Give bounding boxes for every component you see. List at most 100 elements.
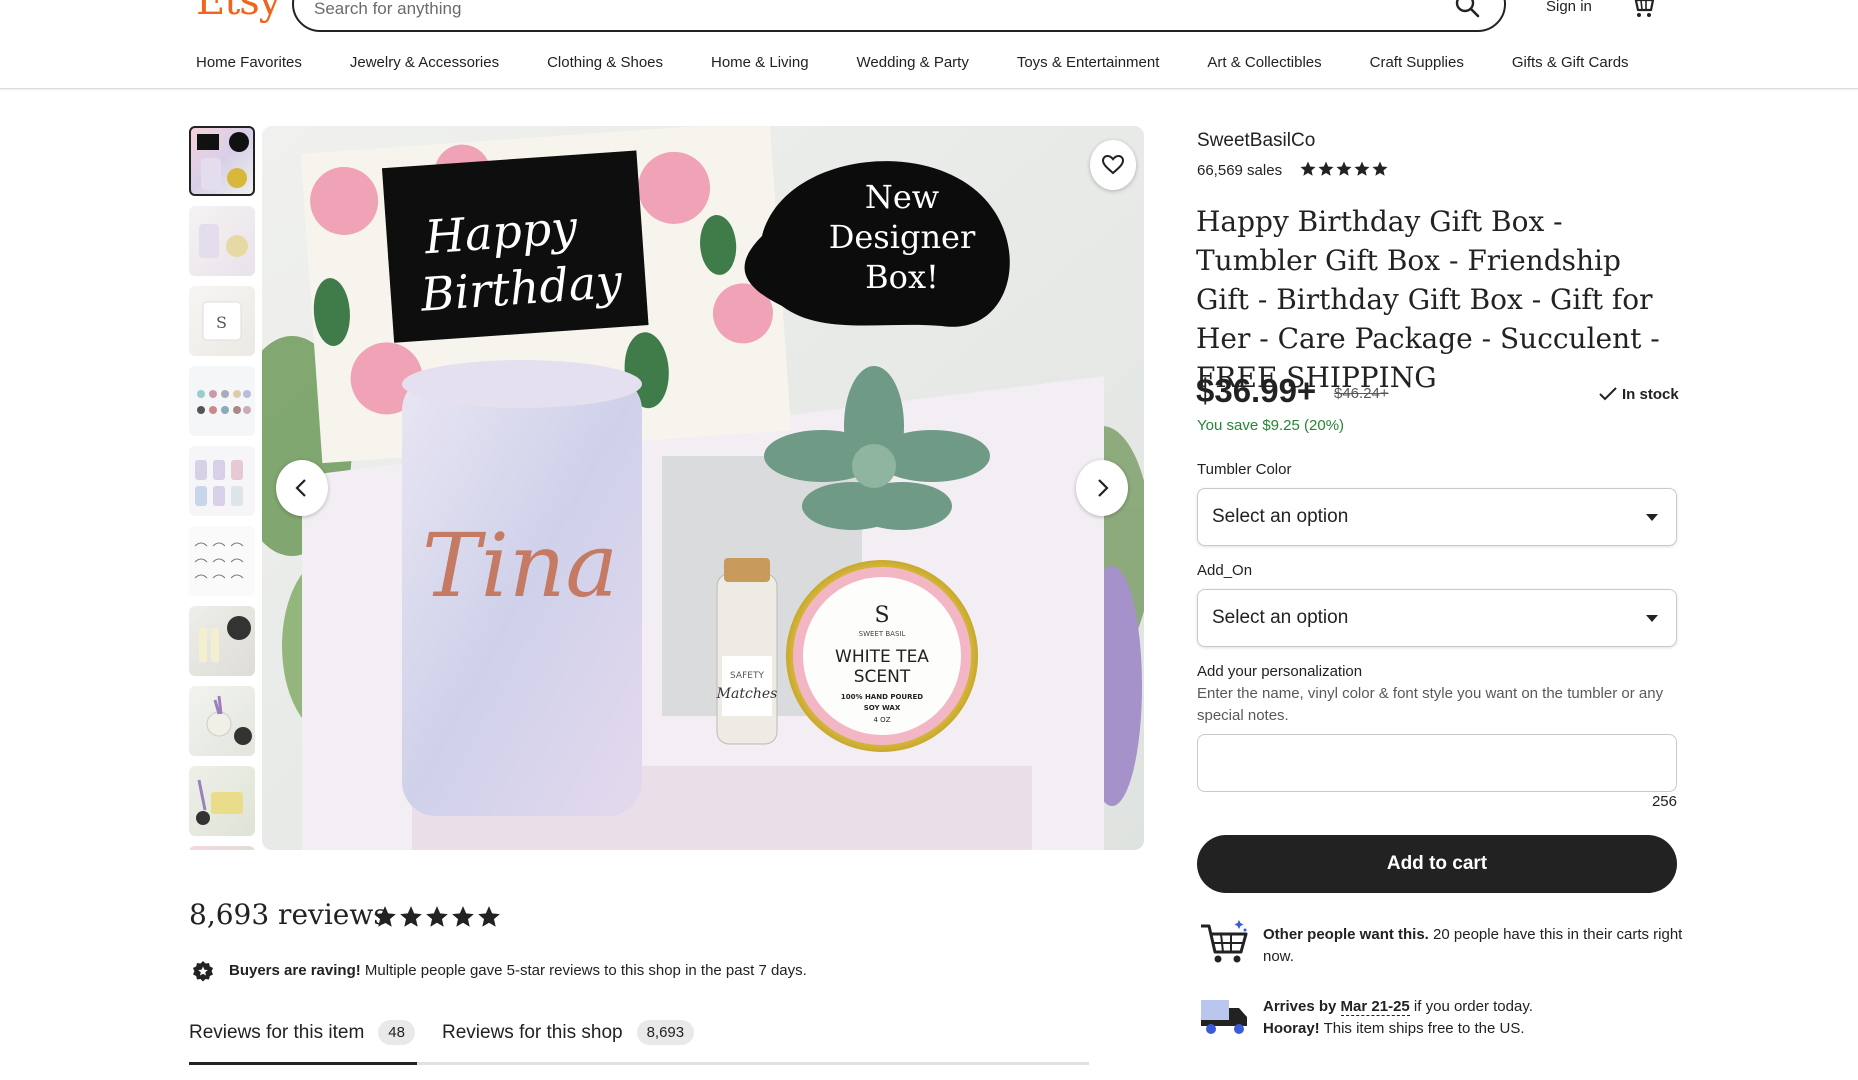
thumbnail-strip: S — [189, 126, 257, 850]
search-input[interactable] — [314, 0, 1414, 20]
heart-icon — [1101, 154, 1125, 175]
search-button[interactable] — [1448, 0, 1488, 26]
cart-icon[interactable] — [1628, 0, 1656, 20]
sign-in-link[interactable]: Sign in — [1546, 0, 1592, 15]
tab-reviews-item[interactable]: Reviews for this item 48 — [189, 1020, 415, 1045]
svg-text:Matches: Matches — [716, 686, 778, 702]
svg-text:Tina: Tina — [422, 514, 618, 617]
thumbnail[interactable] — [189, 606, 255, 676]
delivery-truck-icon — [1199, 990, 1251, 1042]
nav-gifts-gift-cards[interactable]: Gifts & Gift Cards — [1512, 54, 1629, 76]
svg-text:Happy: Happy — [422, 200, 580, 265]
search-icon — [1455, 0, 1480, 18]
tumbler-color-label: Tumbler Color — [1197, 461, 1292, 478]
reviews-rating-stars — [372, 904, 502, 930]
svg-text:SAFETY: SAFETY — [730, 671, 764, 681]
arrives-suffix: if you order today. — [1409, 998, 1533, 1015]
next-image-button[interactable] — [1076, 460, 1128, 516]
listing-title: Happy Birthday Gift Box - Tumbler Gift B… — [1196, 205, 1660, 394]
nav-jewelry-accessories[interactable]: Jewelry & Accessories — [350, 54, 499, 76]
demand-message: Other people want this. 20 people have t… — [1263, 924, 1683, 968]
nav-toys-entertainment[interactable]: Toys & Entertainment — [1017, 54, 1160, 76]
tumbler-color-select[interactable]: Select an option — [1197, 488, 1677, 546]
thumbnail[interactable] — [189, 126, 255, 196]
tab-count-badge: 8,693 — [636, 1020, 695, 1045]
thumbnail[interactable] — [189, 206, 255, 276]
add-on-select[interactable]: Select an option — [1197, 589, 1677, 647]
svg-text:Designer: Designer — [829, 218, 976, 256]
add-on-label: Add_On — [1197, 562, 1253, 579]
svg-text:100% HAND POURED: 100% HAND POURED — [841, 693, 923, 701]
select-value: Select an option — [1212, 607, 1349, 628]
svg-text:Box!: Box! — [865, 258, 939, 296]
caret-down-icon — [1646, 514, 1658, 521]
favorite-button[interactable] — [1090, 140, 1136, 190]
shopping-cart-icon — [1199, 916, 1251, 968]
character-counter: 256 — [1651, 793, 1677, 810]
chevron-right-icon — [1098, 479, 1109, 497]
nav-clothing-shoes[interactable]: Clothing & Shoes — [547, 54, 663, 76]
reviews-heading: 8,693 reviews — [189, 898, 388, 931]
tab-label: Reviews for this item — [189, 1021, 365, 1043]
site-header: Etsy Sign in Home Favorites Jewelry & Ac… — [0, 0, 1858, 89]
category-nav: Home Favorites Jewelry & Accessories Clo… — [196, 54, 1629, 76]
previous-image-button[interactable] — [276, 460, 328, 516]
star-icon — [1372, 161, 1388, 176]
personalization-textarea[interactable] — [1197, 734, 1677, 792]
arrives-prefix: Arrives by — [1263, 998, 1341, 1015]
add-to-cart-button[interactable]: Add to cart — [1197, 835, 1677, 893]
main-product-image[interactable]: Happy Birthday New Designer Box! Tina SA… — [262, 126, 1144, 850]
star-icon — [1354, 161, 1370, 176]
thumbnail[interactable]: S — [189, 286, 255, 356]
star-badge-icon — [191, 960, 215, 984]
star-icon — [400, 906, 422, 927]
buyers-raving-message: Buyers are raving! Multiple people gave … — [229, 962, 807, 979]
nav-art-collectibles[interactable]: Art & Collectibles — [1207, 54, 1321, 76]
etsy-logo[interactable]: Etsy — [196, 0, 281, 24]
svg-text:SCENT: SCENT — [854, 667, 911, 687]
personalization-help: Enter the name, vinyl color & font style… — [1197, 685, 1664, 724]
star-icon — [1318, 161, 1334, 176]
star-icon — [426, 906, 448, 927]
raving-bold: Buyers are raving! — [229, 962, 361, 979]
caret-down-icon — [1646, 615, 1658, 622]
hooray-bold: Hooray! — [1263, 1020, 1320, 1037]
thumbnail[interactable] — [189, 846, 255, 850]
demand-bold: Other people want this. — [1263, 926, 1429, 943]
arrival-message: Arrives by Mar 21-25 if you order today.… — [1263, 996, 1683, 1040]
original-price: $46.24+ — [1334, 385, 1389, 402]
reviews-tabs: Reviews for this item 48 Reviews for thi… — [189, 1008, 1089, 1065]
thumbnail[interactable] — [189, 766, 255, 836]
search-bar[interactable] — [292, 0, 1506, 32]
svg-text:SOY WAX: SOY WAX — [864, 704, 901, 712]
nav-wedding-party[interactable]: Wedding & Party — [857, 54, 969, 76]
shop-name-link[interactable]: SweetBasilCo — [1197, 130, 1315, 152]
shop-rating-stars[interactable] — [1299, 160, 1389, 180]
thumbnail[interactable] — [189, 526, 255, 596]
stock-label: In stock — [1622, 385, 1679, 403]
svg-text:4 OZ: 4 OZ — [874, 716, 891, 724]
active-tab-indicator — [189, 1062, 417, 1065]
savings-text: You save $9.25 (20%) — [1197, 417, 1345, 434]
star-icon — [478, 906, 500, 927]
thumbnail[interactable] — [189, 686, 255, 756]
svg-text:WHITE TEA: WHITE TEA — [835, 647, 929, 667]
arrival-date[interactable]: Mar 21-25 — [1340, 998, 1410, 1016]
personalization-label: Add your personalization — [1197, 663, 1363, 680]
thumbnail[interactable] — [189, 446, 255, 516]
hooray-text: This item ships free to the US. — [1319, 1020, 1525, 1037]
star-icon — [1300, 161, 1316, 176]
svg-text:S: S — [216, 313, 227, 332]
nav-home-favorites[interactable]: Home Favorites — [196, 54, 302, 76]
svg-text:S: S — [874, 603, 889, 628]
star-icon — [1336, 161, 1352, 176]
star-icon — [374, 906, 396, 927]
raving-text: Multiple people gave 5-star reviews to t… — [360, 962, 807, 979]
tab-reviews-shop[interactable]: Reviews for this shop 8,693 — [442, 1020, 695, 1045]
thumbnail[interactable] — [189, 366, 255, 436]
price: $36.99+ — [1196, 372, 1317, 409]
nav-craft-supplies[interactable]: Craft Supplies — [1370, 54, 1464, 76]
chevron-left-icon — [295, 479, 306, 497]
star-icon — [452, 906, 474, 927]
nav-home-living[interactable]: Home & Living — [711, 54, 809, 76]
